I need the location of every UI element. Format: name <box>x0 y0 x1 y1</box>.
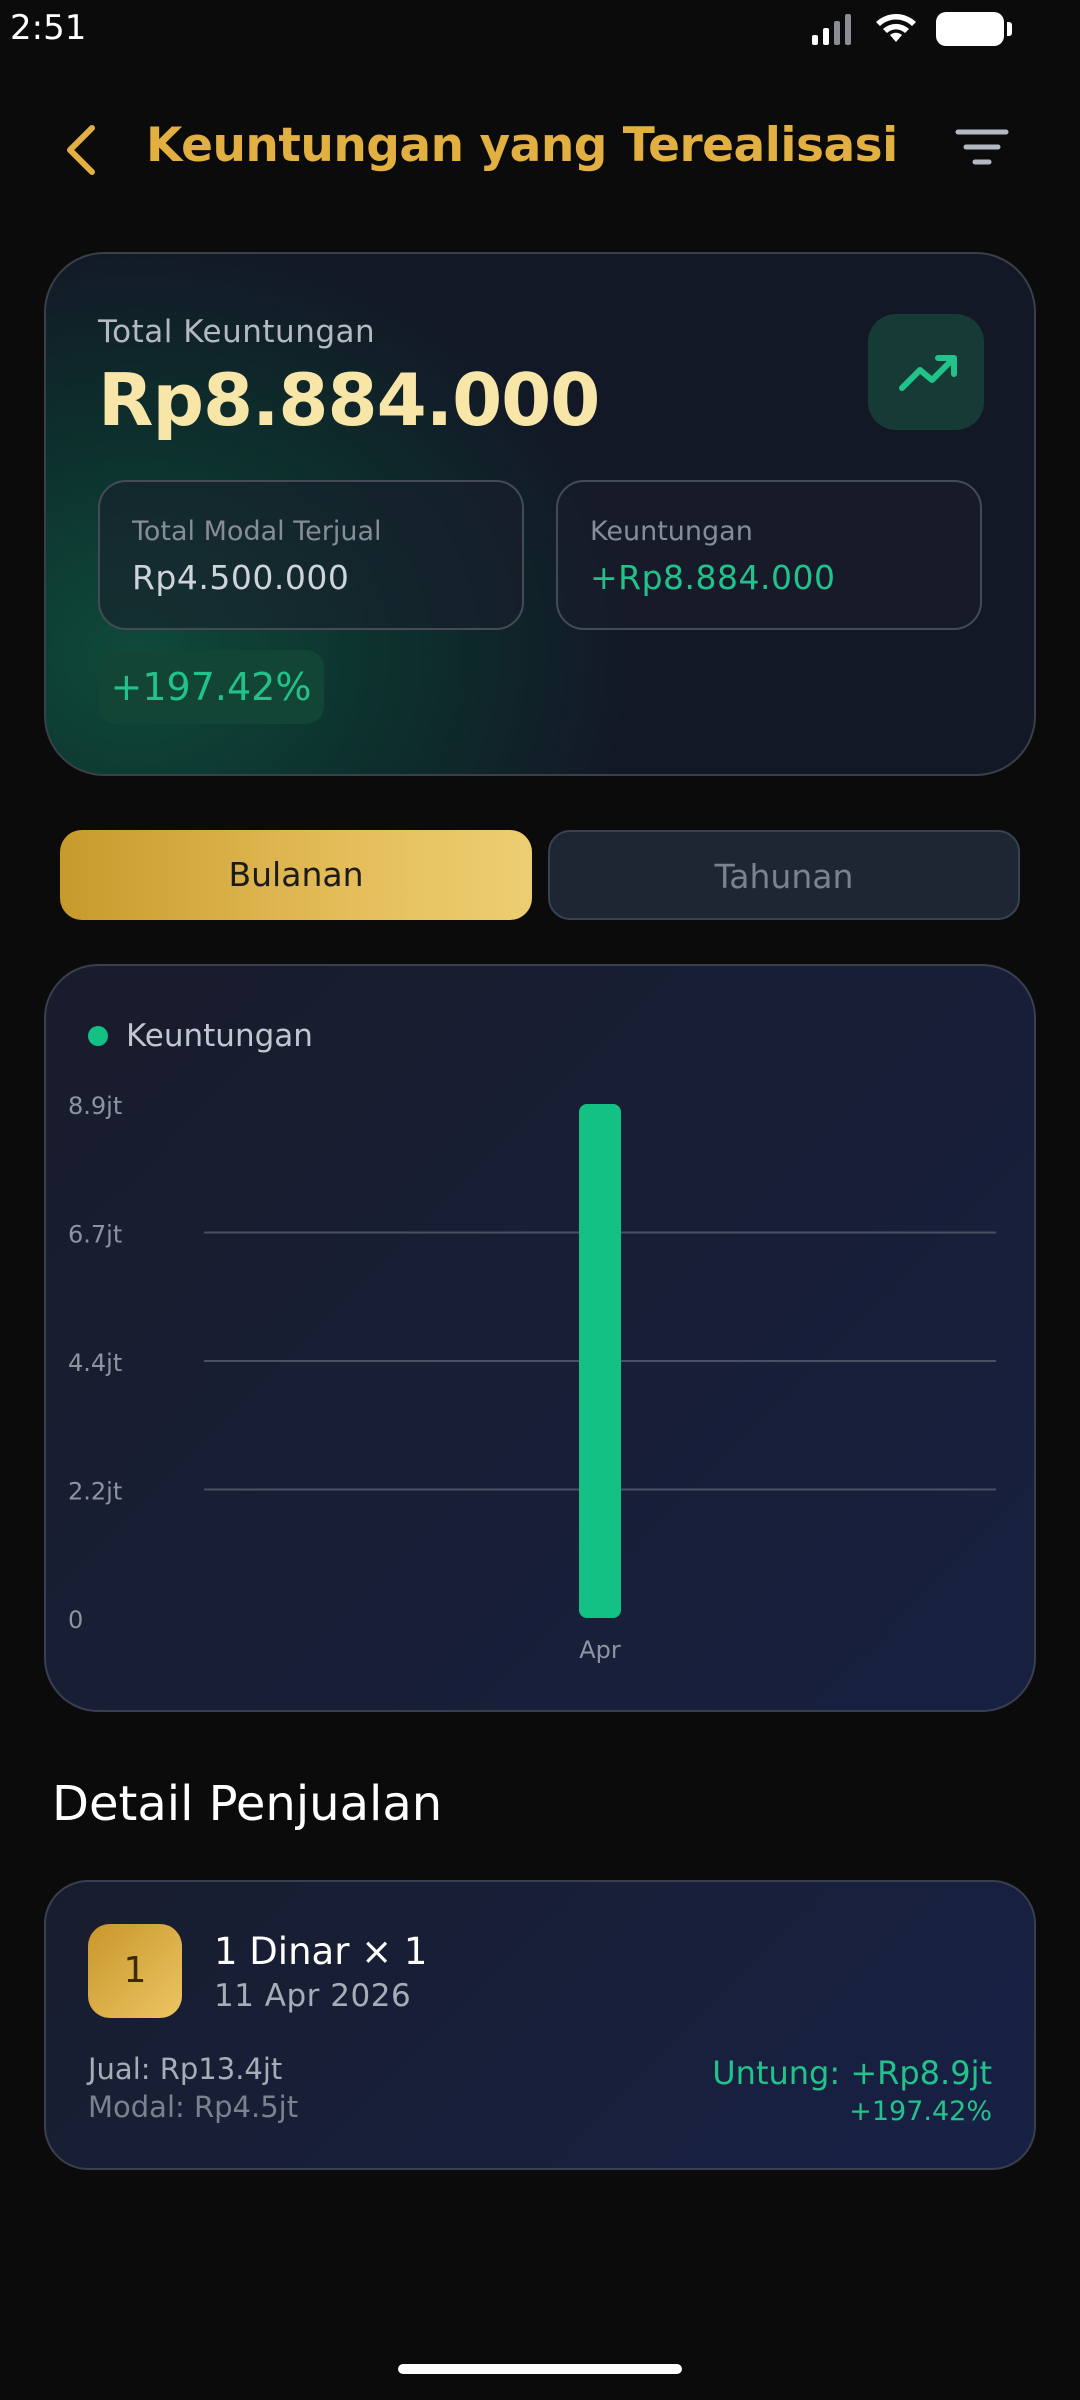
tab-yearly[interactable]: Tahunan <box>548 830 1020 920</box>
sale-item-name: 1 Dinar × 1 <box>214 1930 428 1973</box>
status-bar: 2:51 <box>0 0 1080 60</box>
sale-profit: Untung: +Rp8.9jt <box>712 2054 992 2092</box>
rank-badge: 1 <box>88 1924 182 2018</box>
tab-monthly[interactable]: Bulanan <box>60 830 532 920</box>
battery-icon <box>936 12 1012 46</box>
y-tick-label: 2.2jt <box>68 1478 122 1506</box>
profit-label: Keuntungan <box>590 516 753 547</box>
status-icons <box>810 12 1012 46</box>
profit-summary-card: Total Keuntungan Rp8.884.000 Total Modal… <box>44 252 1036 776</box>
sale-detail-card[interactable]: 1 1 Dinar × 1 11 Apr 2026 Jual: Rp13.4jt… <box>44 1880 1036 2170</box>
y-tick-label: 0 <box>68 1606 83 1634</box>
chevron-left-icon <box>67 125 95 175</box>
profit-bar-chart: 0 2.2jt 4.4jt 6.7jt 8.9jt Apr <box>68 1092 996 1664</box>
home-indicator <box>398 2364 682 2374</box>
y-tick-label: 4.4jt <box>68 1349 122 1377</box>
profit-value: +Rp8.884.000 <box>590 558 836 597</box>
profit-chart-card: Keuntungan 0 2.2jt 4.4jt 6.7jt 8.9jt Apr <box>44 964 1036 1712</box>
sale-price: Jual: Rp13.4jt <box>88 2052 283 2086</box>
page-title: Keuntungan yang Terealisasi <box>146 118 898 173</box>
trend-badge <box>868 314 984 430</box>
period-toggle: Bulanan Tahunan <box>60 830 1020 922</box>
y-tick-label: 8.9jt <box>68 1092 122 1120</box>
trending-up-icon <box>899 355 957 391</box>
total-capital-value: Rp4.500.000 <box>132 558 350 597</box>
filter-button[interactable] <box>954 124 1010 174</box>
total-capital-label: Total Modal Terjual <box>132 516 382 547</box>
status-time: 2:51 <box>10 8 87 48</box>
section-title-details: Detail Penjualan <box>52 1776 443 1832</box>
sale-capital: Modal: Rp4.5jt <box>88 2090 299 2124</box>
signal-icon <box>812 14 851 45</box>
y-tick-label: 6.7jt <box>68 1221 122 1249</box>
app-header: Keuntungan yang Terealisasi <box>0 110 1080 190</box>
total-profit-value: Rp8.884.000 <box>98 358 600 442</box>
filter-icon <box>955 129 1009 165</box>
back-button[interactable] <box>56 118 116 182</box>
profit-box: Keuntungan +Rp8.884.000 <box>556 480 982 630</box>
sale-date: 11 Apr 2026 <box>214 1978 412 2014</box>
x-tick-label: Apr <box>579 1636 621 1664</box>
total-profit-label: Total Keuntungan <box>98 314 376 350</box>
wifi-icon <box>876 13 916 42</box>
total-capital-box: Total Modal Terjual Rp4.500.000 <box>98 480 524 630</box>
chart-bar[interactable] <box>579 1104 621 1618</box>
profit-percent-badge: +197.42% <box>98 650 324 724</box>
sale-profit-percent: +197.42% <box>849 2096 992 2127</box>
